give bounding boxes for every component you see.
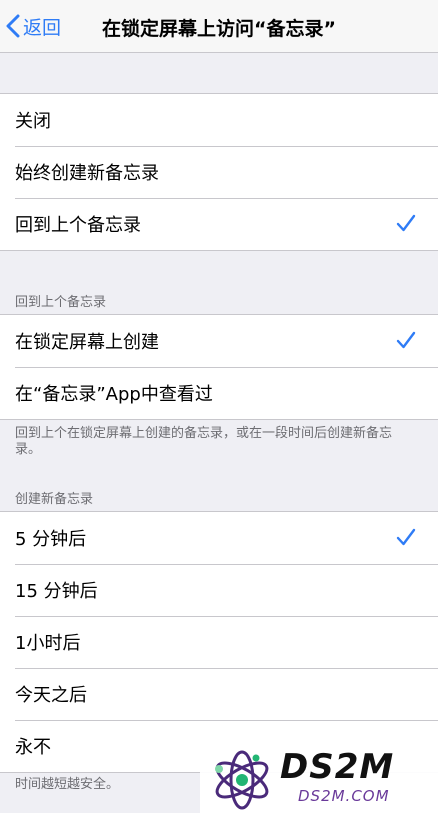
option-label: 在锁定屏幕上创建 [15, 332, 159, 353]
back-button-label: 返回 [23, 16, 62, 39]
watermark-brand: DS2M [280, 747, 395, 787]
option-created-on-lock-screen[interactable]: 在锁定屏幕上创建 [0, 315, 438, 367]
checkmark-icon [396, 213, 416, 238]
option-off[interactable]: 关闭 [0, 94, 438, 146]
option-viewed-in-app[interactable]: 在“备忘录”App中查看过 [0, 367, 438, 419]
access-mode-group: 关闭 始终创建新备忘录 回到上个备忘录 [0, 93, 438, 251]
option-always-new[interactable]: 始终创建新备忘录 [0, 146, 438, 198]
chevron-left-icon [6, 14, 20, 38]
option-label: 15 分钟后 [15, 581, 98, 602]
option-15-minutes[interactable]: 15 分钟后 [0, 564, 438, 616]
section-header-create-new: 创建新备忘录 [15, 492, 94, 507]
resume-group: 在锁定屏幕上创建 在“备忘录”App中查看过 [0, 314, 438, 420]
section-footer-resume: 回到上个在锁定屏幕上创建的备忘录，或在一段时间后创建新备忘录。 [15, 426, 393, 457]
section-header-resume: 回到上个备忘录 [15, 295, 107, 310]
option-label: 始终创建新备忘录 [15, 163, 159, 184]
atom-logo-icon [210, 749, 274, 813]
checkmark-icon [396, 330, 416, 355]
option-label: 1小时后 [15, 633, 81, 654]
page-title: 在锁定屏幕上访问“备忘录” [102, 18, 336, 40]
option-label: 关闭 [15, 111, 51, 132]
option-label: 5 分钟后 [15, 529, 87, 550]
option-after-today[interactable]: 今天之后 [0, 668, 438, 720]
option-resume-last[interactable]: 回到上个备忘录 [0, 198, 438, 250]
back-button[interactable]: 返回 [6, 11, 61, 41]
create-new-group: 5 分钟后 15 分钟后 1小时后 今天之后 永不 [0, 511, 438, 773]
checkmark-icon [396, 527, 416, 552]
watermark-domain: DS2M.COM [298, 787, 390, 805]
option-label: 回到上个备忘录 [15, 215, 141, 236]
watermark: DS2M DS2M.COM [200, 745, 438, 813]
option-1-hour[interactable]: 1小时后 [0, 616, 438, 668]
option-label: 在“备忘录”App中查看过 [15, 384, 213, 405]
option-5-minutes[interactable]: 5 分钟后 [0, 512, 438, 564]
option-label: 永不 [15, 737, 51, 758]
navigation-bar: 返回 在锁定屏幕上访问“备忘录” [0, 0, 438, 53]
option-label: 今天之后 [15, 685, 87, 706]
